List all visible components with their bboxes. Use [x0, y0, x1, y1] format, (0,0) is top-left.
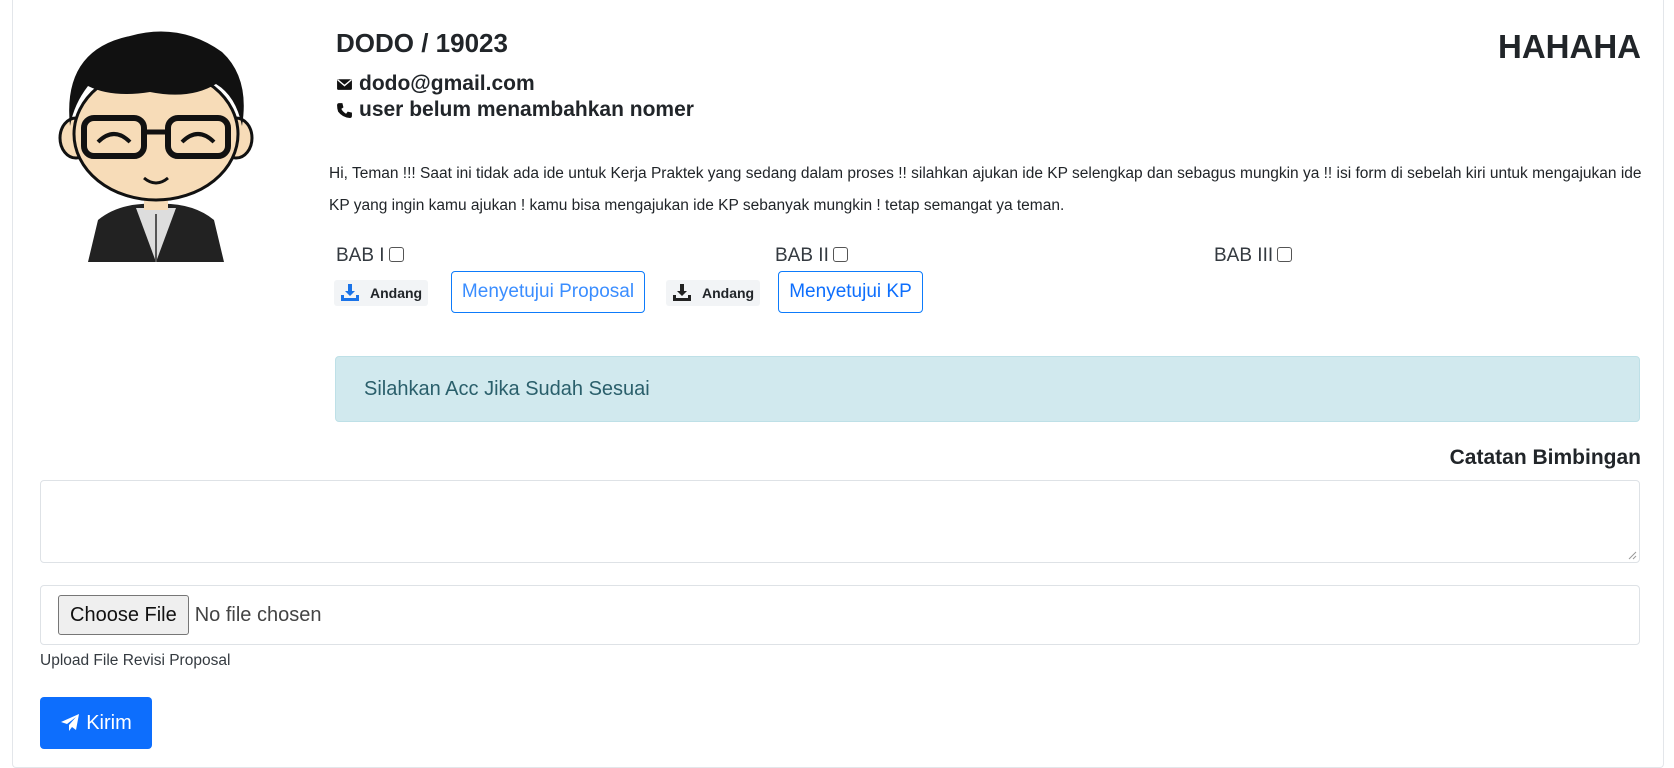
avatar — [40, 22, 272, 262]
choose-file-button[interactable]: Choose File — [58, 595, 189, 635]
send-button[interactable]: Kirim — [40, 697, 152, 749]
download-file-2[interactable]: Andang — [666, 280, 761, 306]
chapter-bab-2: BAB II — [775, 245, 848, 267]
notes-textarea[interactable] — [40, 480, 1640, 563]
email-text: dodo@gmail.com — [359, 72, 535, 95]
info-alert: Silahkan Acc Jika Sudah Sesuai — [335, 356, 1640, 422]
chapter-checkbox[interactable] — [1277, 246, 1293, 262]
chapter-checkbox[interactable] — [832, 246, 848, 262]
phone-row: user belum menambahkan nomer — [336, 98, 694, 122]
resize-grip-icon[interactable] — [1627, 550, 1637, 560]
approve-kp-button[interactable]: Menyetujui KP — [778, 271, 923, 313]
file-upload-field[interactable]: Choose File No file chosen — [40, 585, 1640, 645]
upload-help-text: Upload File Revisi Proposal — [40, 652, 231, 669]
phone-text: user belum menambahkan nomer — [359, 98, 694, 121]
send-label: Kirim — [86, 711, 132, 734]
chapter-label: BAB II — [775, 245, 829, 266]
download-icon — [341, 284, 359, 301]
phone-icon — [337, 102, 352, 118]
chapter-label: BAB I — [336, 245, 385, 266]
chapter-bab-3: BAB III — [1214, 245, 1293, 267]
page-title: HAHAHA — [1498, 28, 1641, 65]
file-status: No file chosen — [194, 603, 322, 626]
chapter-checkbox[interactable] — [388, 246, 404, 262]
paper-plane-icon — [61, 714, 80, 731]
chapter-bab-1: BAB I — [336, 245, 404, 267]
user-name-id: DODO / 19023 — [336, 28, 508, 58]
chapter-label: BAB III — [1214, 245, 1274, 266]
alert-text: Silahkan Acc Jika Sudah Sesuai — [364, 377, 650, 400]
email-row: dodo@gmail.com — [336, 72, 535, 96]
download-icon — [673, 284, 691, 301]
intro-message: Hi, Teman !!! Saat ini tidak ada ide unt… — [329, 165, 1642, 214]
envelope-icon — [337, 78, 352, 90]
download-label: Andang — [370, 285, 423, 301]
avatar-illustration — [58, 31, 254, 262]
download-label: Andang — [702, 285, 755, 301]
notes-label: Catatan Bimbingan — [1449, 446, 1641, 469]
approve-proposal-button[interactable]: Menyetujui Proposal — [451, 271, 645, 313]
download-file-1[interactable]: Andang — [334, 280, 429, 306]
